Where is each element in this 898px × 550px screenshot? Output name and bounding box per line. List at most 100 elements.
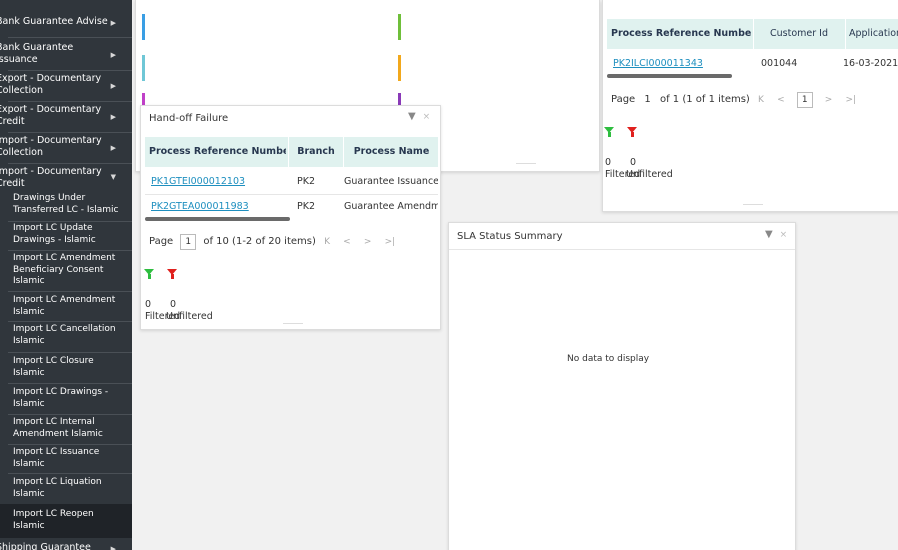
table-header: Process Reference Number Branch Process … <box>145 137 438 167</box>
column-header-branch[interactable]: Branch <box>290 137 342 167</box>
chart-bar <box>398 14 401 40</box>
branch-cell: PK2 <box>297 176 316 187</box>
sidebar-subitem-drawings-under-transferred-lc[interactable]: Drawings Under Transferred LC - Islamic <box>0 193 132 219</box>
column-header-application-date[interactable]: Application Date <box>849 19 898 49</box>
chart-bar <box>142 93 145 105</box>
first-page-icon[interactable]: K <box>758 95 764 105</box>
sidebar-subitem-import-lc-closure[interactable]: Import LC Closure Islamic <box>0 356 132 382</box>
sidebar-subitem-import-lc-amendment-beneficiary-consent[interactable]: Import LC Amendment Beneficiary Consent … <box>0 253 132 291</box>
chart-bar <box>142 55 145 81</box>
next-page-icon[interactable]: > <box>825 95 833 105</box>
sidebar-item-label: Import - Documentary Credit <box>0 166 102 189</box>
panel-title: SLA Status Summary <box>457 231 563 242</box>
sidebar-subitem-label: Drawings Under Transferred LC - Islamic <box>13 193 119 215</box>
panel-title: Hand-off Failure <box>149 113 229 124</box>
divider <box>8 101 132 102</box>
chevron-right-icon: ▶ <box>110 82 116 90</box>
column-header-process-reference[interactable]: Process Reference Number <box>149 137 286 167</box>
horizontal-scrollbar[interactable] <box>607 74 732 78</box>
sidebar-item-export-documentary-credit[interactable]: Export - Documentary Credit ▶ <box>0 104 132 130</box>
table-header: Process Reference Number Customer Id App… <box>607 19 898 49</box>
sidebar-subitem-import-lc-liquation[interactable]: Import LC Liquation Islamic <box>0 477 132 503</box>
sidebar-subitem-import-lc-drawings[interactable]: Import LC Drawings - Islamic <box>0 387 132 413</box>
column-header-customer-id[interactable]: Customer Id <box>755 19 843 49</box>
sidebar-item-label: Import - Documentary Collection <box>0 135 102 158</box>
page-label: Page <box>149 236 174 247</box>
filter-icon[interactable]: ▼ <box>408 111 416 122</box>
sidebar-item-bank-guarantee-issuance[interactable]: Bank Guarantee Issuance ▶ <box>0 42 132 68</box>
last-page-icon[interactable]: >| <box>385 237 396 247</box>
divider <box>8 321 132 322</box>
resize-grip[interactable] <box>283 323 303 324</box>
filter-icon[interactable]: ▼ <box>765 229 773 240</box>
process-name-cell: Guarantee Amendment <box>344 201 438 212</box>
chevron-right-icon: ▶ <box>110 51 116 59</box>
column-divider <box>288 137 289 167</box>
panel-actions: ▼ × <box>408 111 430 122</box>
chevron-right-icon: ▶ <box>110 113 116 121</box>
column-header-process-name[interactable]: Process Name <box>345 137 438 167</box>
divider <box>8 383 132 384</box>
next-page-icon[interactable]: > <box>364 237 372 247</box>
unfiltered-label: Unfiltered <box>166 311 213 322</box>
sidebar-subitem-label: Import LC Update Drawings - Islamic <box>13 223 96 245</box>
prev-page-icon[interactable]: < <box>777 95 785 105</box>
divider <box>8 70 132 71</box>
sidebar-subitem-import-lc-internal-amendment[interactable]: Import LC Internal Amendment Islamic <box>0 417 132 443</box>
sidebar-item-shipping-guarantee[interactable]: Shipping Guarantee ▶ <box>0 542 132 550</box>
sidebar-subitem-import-lc-reopen[interactable]: Import LC Reopen Islamic <box>0 509 132 535</box>
resize-grip[interactable] <box>743 204 763 205</box>
unfiltered-count: 0 <box>630 157 637 168</box>
sidebar-subitem-label: Import LC Internal Amendment Islamic <box>13 417 103 439</box>
sidebar-item-label: Export - Documentary Credit <box>0 104 102 127</box>
page-label: Page <box>611 94 636 105</box>
unfiltered-label: Unfiltered <box>626 169 673 180</box>
chart-bar <box>398 93 401 105</box>
sidebar-item-bank-guarantee-advise[interactable]: Bank Guarantee Advise ▶ <box>0 16 132 30</box>
close-icon[interactable]: × <box>423 112 431 122</box>
process-reference-link[interactable]: PK1GTEI000012103 <box>151 176 286 187</box>
process-reference-link[interactable]: PK2GTEA000011983 <box>151 201 286 212</box>
sidebar-item-label: Bank Guarantee Advise <box>0 16 108 27</box>
sidebar-subitem-label: Import LC Drawings - Islamic <box>13 387 109 409</box>
process-name-cell: Guarantee Issuance <box>344 176 438 187</box>
application-date-cell: 16-03-2021 <box>843 58 898 69</box>
branch-cell: PK2 <box>297 201 316 212</box>
page-number: 1 <box>644 94 651 105</box>
close-icon[interactable]: × <box>780 230 788 240</box>
prev-page-icon[interactable]: < <box>343 237 351 247</box>
sidebar-subitem-label: Import LC Cancellation Islamic <box>13 324 116 346</box>
first-page-icon[interactable]: K <box>324 237 330 247</box>
divider <box>8 221 132 222</box>
process-reference-link[interactable]: PK2ILCI000011343 <box>613 58 748 69</box>
sidebar-subitem-import-lc-cancellation[interactable]: Import LC Cancellation Islamic <box>0 324 132 350</box>
sidebar-subitem-import-lc-update-drawings[interactable]: Import LC Update Drawings - Islamic <box>0 223 132 249</box>
sidebar-subitem-import-lc-amendment[interactable]: Import LC Amendment Islamic <box>0 295 132 321</box>
column-divider <box>753 19 754 49</box>
filter-icon-stem <box>630 132 634 137</box>
sla-status-summary-panel: SLA Status Summary ▼ × No data to displa… <box>448 222 796 550</box>
sidebar-item-export-documentary-collection[interactable]: Export - Documentary Collection ▶ <box>0 73 132 99</box>
page-input[interactable]: 1 <box>796 92 813 108</box>
empty-state-text: No data to display <box>567 354 650 364</box>
sidebar-item-import-documentary-collection[interactable]: Import - Documentary Collection ▶ <box>0 135 132 161</box>
divider <box>8 163 132 164</box>
sidebar-subitem-import-lc-issuance[interactable]: Import LC Issuance Islamic <box>0 447 132 473</box>
horizontal-scrollbar[interactable] <box>145 217 290 221</box>
filter-icon-stem <box>147 274 151 279</box>
row-divider <box>145 194 438 195</box>
column-header-process-reference[interactable]: Process Reference Number <box>611 19 751 49</box>
last-page-icon[interactable]: >| <box>846 95 857 105</box>
divider <box>8 250 132 251</box>
resize-grip[interactable] <box>516 163 536 164</box>
pagination: Page 1 of 10 (1-2 of 20 items) K < > >| <box>149 234 400 250</box>
divider <box>8 132 132 133</box>
sidebar-item-import-documentary-credit[interactable]: Import - Documentary Credit ▼ <box>0 166 132 192</box>
sidebar: Bank Guarantee Advise ▶ Bank Guarantee I… <box>0 0 132 550</box>
panel-actions: ▼ × <box>765 229 787 240</box>
handoff-failure-panel: Hand-off Failure ▼ × Process Reference N… <box>140 105 441 330</box>
sidebar-subitem-label: Import LC Amendment Beneficiary Consent … <box>13 253 116 286</box>
chevron-down-icon: ▼ <box>110 173 116 181</box>
chart-bar <box>398 55 401 81</box>
page-input[interactable]: 1 <box>180 234 197 250</box>
